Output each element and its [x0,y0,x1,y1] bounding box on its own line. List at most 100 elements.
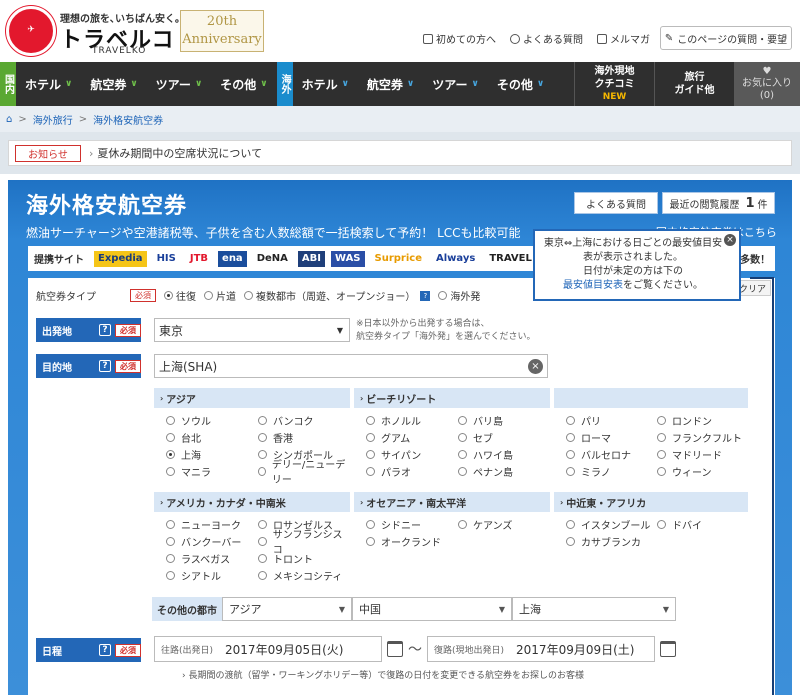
calendar-icon[interactable] [660,641,676,657]
nav-favorites[interactable]: ♥ お気に入り (0) [734,62,800,106]
history-button[interactable]: 最近の閲覧履歴 1 件 [662,192,775,214]
city-radio[interactable]: ニューヨーク [166,516,258,532]
city-radio[interactable]: 台北 [166,429,258,445]
radio-icon [366,415,375,425]
city-radio[interactable]: ドバイ [657,516,748,532]
type-oneway[interactable]: 片道 [204,288,236,303]
destination-input[interactable]: 上海(SHA) × [154,354,548,378]
nav-intl-air[interactable]: 航空券 ∨ [358,62,423,106]
chevron-down-icon: ∨ [406,79,415,89]
city-radio[interactable]: デリー/ニューデリー [258,460,350,486]
return-date-caption: 復路(現地出発日) [434,645,505,656]
depart-date-input[interactable]: 往路(出発日) 2017年09月05日(火) [154,636,382,662]
breadcrumb-link[interactable]: 海外旅行 [33,112,73,127]
city-radio[interactable]: バンクーバー [166,533,258,549]
help-icon[interactable]: ? [420,290,431,301]
long-stay-note[interactable]: › 長期間の渡航（留学・ワーキングホリデー等）で復路の日付を変更できる航空券をお… [182,668,584,681]
city-radio[interactable]: パラオ [366,463,458,479]
lowest-price-table-link[interactable]: 最安値目安表 [563,280,623,291]
city-radio[interactable]: ウィーン [657,463,748,479]
chevron-right-icon: › [160,393,164,403]
nav-domestic-tour[interactable]: ツアー ∨ [147,62,212,106]
city-radio[interactable]: マニラ [166,463,258,479]
city-radio[interactable]: シアトル [166,567,258,583]
header-links: 初めての方へ よくある質問 メルマガ [423,31,650,46]
return-date-input[interactable]: 復路(現地出発日) 2017年09月09日(土) [427,636,655,662]
home-icon[interactable]: ⌂ [6,114,12,125]
city-radio[interactable]: バリ島 [458,412,550,428]
calendar-icon[interactable] [387,641,403,657]
city-radio[interactable]: サイパン [366,446,458,462]
city-radio[interactable]: バルセロナ [566,446,657,462]
radio-icon [566,536,575,546]
city-radio[interactable]: ペナン島 [458,463,550,479]
city-radio[interactable]: ロンドン [657,412,748,428]
city-radio[interactable]: オークランド [366,533,458,549]
notice-badge: お知らせ [15,144,81,162]
city-radio[interactable]: シドニー [366,516,458,532]
notice-bar[interactable]: お知らせ › 夏休み期間中の空席状況について [8,140,792,166]
other-country-select[interactable]: 中国 ▼ [352,597,512,621]
feedback-button[interactable]: ✎ このページの質問・要望 [660,26,792,50]
city-radio[interactable]: 香港 [258,429,350,445]
other-region-select[interactable]: アジア ▼ [222,597,352,621]
nav-domestic-hotel[interactable]: ホテル ∨ [16,62,81,106]
header-link-newsletter[interactable]: メルマガ [597,31,650,46]
type-multicity[interactable]: 複数都市（周遊、オープンジョー）? [244,288,431,303]
region-box: › オセアニア・南太平洋 シドニー ケアンズ オークランド [354,492,550,549]
type-roundtrip[interactable]: 往復 [164,288,196,303]
city-radio[interactable]: ハワイ島 [458,446,550,462]
nav-intl-hotel[interactable]: ホテル ∨ [293,62,358,106]
city-radio[interactable]: イスタンブール [566,516,657,532]
origin-note-line: 航空券タイプ「海外発」を選んでください。 [356,332,536,342]
chevron-right-icon: › [360,393,364,403]
header-link-beginners[interactable]: 初めての方へ [423,31,496,46]
city-radio[interactable]: ラスベガス [166,550,258,566]
radio-icon [566,519,575,529]
type-overseas-departure[interactable]: 海外発 [438,288,480,303]
city-radio[interactable]: ケアンズ [458,516,550,532]
origin-select[interactable]: 東京 ▼ [154,318,350,342]
nav-domestic-air[interactable]: 航空券 ∨ [81,62,146,106]
city-label: ウィーン [672,467,712,479]
city-radio[interactable]: フランクフルト [657,429,748,445]
help-icon[interactable]: ? [99,324,111,336]
notice-text[interactable]: 夏休み期間中の空席状況について [97,145,262,161]
radio-icon [657,449,666,459]
city-radio[interactable]: 上海 [166,446,258,462]
city-radio[interactable]: グアム [366,429,458,445]
header-link-faq[interactable]: よくある質問 [510,31,583,46]
anniversary-badge: 20th Anniversary [180,10,264,52]
help-icon[interactable]: ? [99,644,111,656]
history-label: 最近の閲覧履歴 [669,199,740,211]
city-radio[interactable]: ホノルル [366,412,458,428]
faq-button[interactable]: よくある質問 [574,192,658,214]
radio-label: 片道 [216,292,236,303]
city-radio[interactable]: セブ [458,429,550,445]
radio-icon [166,432,175,442]
city-radio[interactable]: サンフランシスコ [258,530,350,556]
nav-intl-other[interactable]: その他 ∨ [488,62,553,106]
city-radio[interactable]: ローマ [566,429,657,445]
tooltip-text: をご覧ください。 [623,280,703,291]
nav-kuchikomi[interactable]: 海外現地 クチコミ NEW [574,62,654,106]
nav-intl-tour[interactable]: ツアー ∨ [423,62,488,106]
radio-icon [458,519,467,529]
city-radio[interactable]: バンコク [258,412,350,428]
city-radio[interactable]: ミラノ [566,463,657,479]
other-city-select[interactable]: 上海 ▼ [512,597,676,621]
city-radio[interactable]: メキシコシティ [258,567,350,583]
city-radio[interactable]: カサブランカ [566,533,657,549]
logo-emblem[interactable]: ✈ [6,6,56,56]
city-radio[interactable]: パリ [566,412,657,428]
city-radio[interactable]: マドリード [657,446,748,462]
region-box: › アジア ソウル バンコク 台北 香港 上海 シンガポール マニラ デリー/ニューデリー [154,388,350,486]
clear-input-icon[interactable]: × [528,358,543,374]
nav-guide[interactable]: 旅行 ガイド他 [654,62,734,106]
city-radio[interactable]: ソウル [166,412,258,428]
help-icon[interactable]: ? [99,360,111,372]
close-icon[interactable]: × [724,234,736,246]
nav-domestic-other[interactable]: その他 ∨ [211,62,276,106]
radio-icon [258,553,267,563]
city-radio[interactable]: トロント [258,550,350,566]
